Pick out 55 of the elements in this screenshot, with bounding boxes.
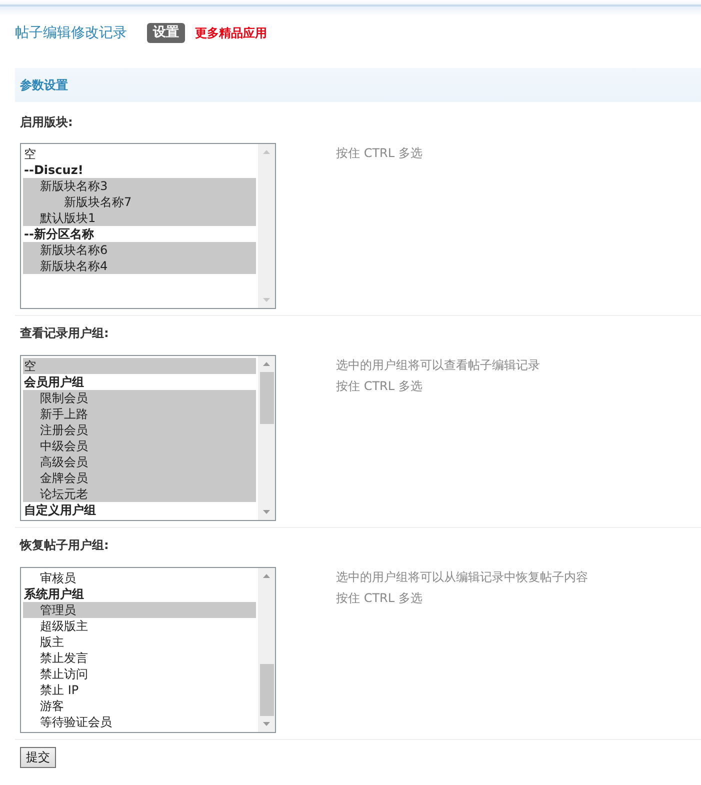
list-option[interactable]: 等待验证会员 — [23, 714, 256, 730]
list-option[interactable]: 限制会员 — [23, 390, 256, 406]
list-option[interactable]: 空 — [23, 358, 256, 374]
field-label: 恢复帖子用户组: — [20, 538, 110, 552]
scroll-up-icon[interactable] — [263, 150, 270, 154]
page-title: 帖子编辑修改记录 — [15, 24, 127, 43]
list-option[interactable]: 论坛元老 — [23, 486, 256, 502]
field-label: 查看记录用户组: — [20, 326, 110, 340]
scroll-down-icon[interactable] — [263, 722, 270, 726]
list-option[interactable]: 禁止发言 — [23, 650, 256, 666]
hint-text: 按住 CTRL 多选 — [336, 590, 424, 607]
option-group-label: --Discuz! — [23, 162, 84, 178]
list-option[interactable]: 版主 — [23, 634, 256, 650]
list-option[interactable]: 管理员 — [23, 602, 256, 618]
field-label: 启用版块: — [20, 115, 74, 129]
list-option[interactable]: 新版块名称7 — [23, 194, 256, 210]
list-option[interactable]: 新版块名称3 — [23, 178, 256, 194]
list-option[interactable]: 新版块名称6 — [23, 242, 256, 258]
section-header: 参数设置 — [15, 68, 701, 102]
list-option[interactable]: 默认版块1 — [23, 210, 256, 226]
settings-tab[interactable]: 设置 — [147, 23, 185, 43]
multi-select-list[interactable]: 空 --Discuz! 新版块名称3 新版块名称7 默认版块1 --新分区名称 新版块名称6 新版块名称4 — [20, 143, 276, 309]
list-option[interactable]: 游客 — [23, 698, 256, 714]
option-group-label: --新分区名称 — [23, 226, 95, 242]
list-option[interactable]: 高级会员 — [23, 454, 256, 470]
scrollbar-thumb[interactable] — [260, 372, 274, 424]
scroll-up-icon[interactable] — [263, 362, 270, 366]
list-option[interactable]: 审核员 — [23, 570, 256, 586]
multi-select-list[interactable]: 空 会员用户组 限制会员 新手上路 注册会员 中级会员 高级会员 金牌会员 论坛元老 自定义用户组 — [20, 355, 276, 521]
scrollbar-thumb[interactable] — [260, 664, 274, 716]
option-group-label: 自定义用户组 — [23, 502, 97, 518]
list-option[interactable]: 新版块名称4 — [23, 258, 256, 274]
list-option[interactable]: 禁止访问 — [23, 666, 256, 682]
list-option[interactable]: 超级版主 — [23, 618, 256, 634]
scrollbar-track[interactable] — [258, 144, 275, 308]
list-option[interactable]: 中级会员 — [23, 438, 256, 454]
list-option[interactable]: 新手上路 — [23, 406, 256, 422]
scroll-down-icon[interactable] — [263, 510, 270, 514]
list-option[interactable]: 注册会员 — [23, 422, 256, 438]
hint-text: 按住 CTRL 多选 — [336, 145, 422, 162]
scrollbar-track[interactable] — [258, 356, 275, 520]
scrollbar-track[interactable] — [258, 568, 275, 732]
scroll-up-icon[interactable] — [263, 574, 270, 578]
more-apps-link[interactable]: 更多精品应用 — [195, 23, 267, 43]
scroll-down-icon[interactable] — [263, 298, 270, 302]
list-option[interactable]: 金牌会员 — [23, 470, 256, 486]
list-option[interactable]: 空 — [23, 146, 256, 162]
submit-button[interactable]: 提交 — [20, 747, 56, 768]
option-group-label: 系统用户组 — [23, 586, 85, 602]
hint-text: 选中的用户组将可以查看帖子编辑记录 — [336, 357, 540, 374]
list-option[interactable]: 禁止 IP — [23, 682, 256, 698]
hint-text: 按住 CTRL 多选 — [336, 378, 424, 395]
option-group-label: 会员用户组 — [23, 374, 85, 390]
hint-text: 选中的用户组将可以从编辑记录中恢复帖子内容 — [336, 569, 588, 586]
multi-select-list[interactable]: 审核员 系统用户组 管理员 超级版主 版主 禁止发言 禁止访问 禁止 IP 游客 等待验证会员 — [20, 567, 276, 733]
